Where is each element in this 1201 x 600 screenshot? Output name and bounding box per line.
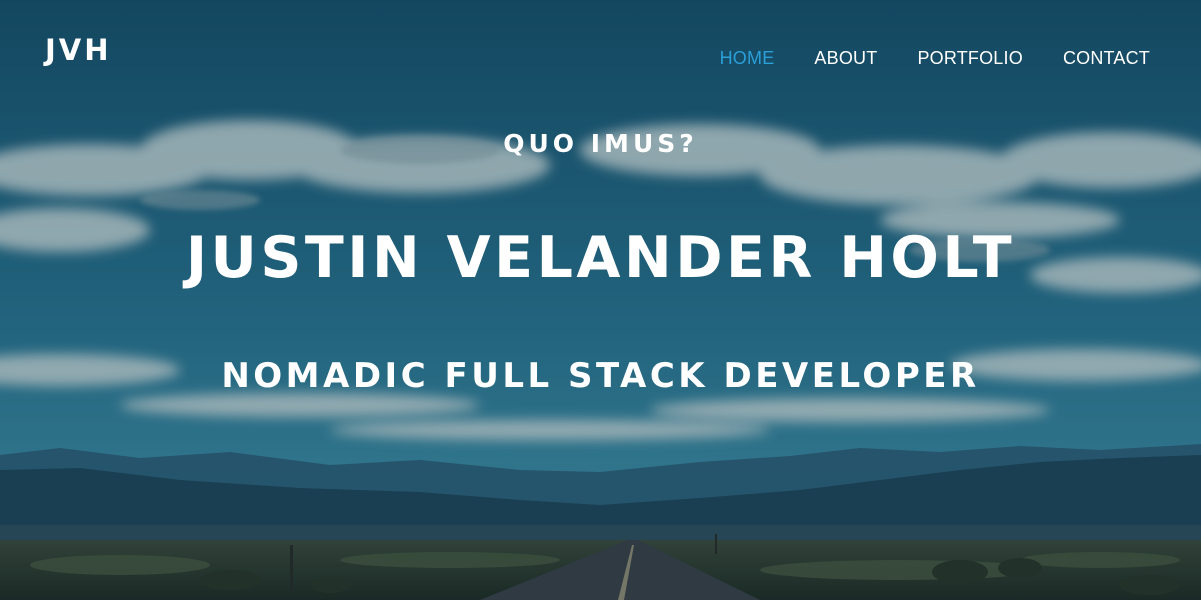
brand-logo[interactable]: JVH <box>45 32 112 68</box>
nav-item-home[interactable]: HOME <box>720 46 775 70</box>
nav-item-about[interactable]: ABOUT <box>814 46 877 70</box>
top-navbar: JVH HOME ABOUT PORTFOLIO CONTACT <box>0 0 1201 100</box>
hero-subtitle: NOMADIC FULL STACK DEVELOPER <box>221 356 980 396</box>
nav-menu: HOME ABOUT PORTFOLIO CONTACT <box>720 46 1150 70</box>
nav-item-portfolio[interactable]: PORTFOLIO <box>917 46 1023 70</box>
nav-item-contact[interactable]: CONTACT <box>1063 46 1150 70</box>
hero-eyebrow: QUO IMUS? <box>503 129 698 158</box>
hero-section: JVH HOME ABOUT PORTFOLIO CONTACT QUO IMU… <box>0 0 1201 600</box>
hero-title: JUSTIN VELANDER HOLT <box>185 225 1016 291</box>
